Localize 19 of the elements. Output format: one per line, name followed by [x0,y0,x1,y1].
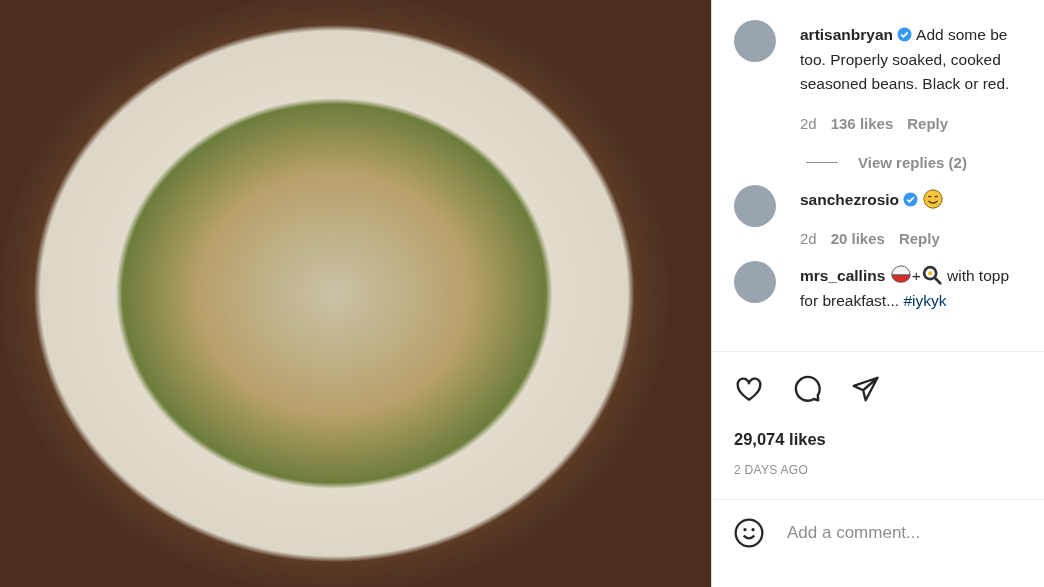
comment-time: 2d [800,114,817,132]
username-link[interactable]: mrs_callins [800,267,886,284]
likes-count: 29,074 likes [733,429,827,449]
comment-time: 2d [800,230,817,247]
hashtag-link[interactable]: #iykyk [903,291,947,309]
username-link[interactable]: artisanbryan [800,26,894,43]
username-link[interactable]: sanchezrosio [800,190,900,208]
comment-text: mrs_callins + with topp for breakfast... #iykyk [800,264,1010,313]
frying-pan-icon [920,264,943,286]
emoji-button[interactable] [733,517,765,549]
bowl-icon [889,264,912,286]
drooling-face-icon [922,187,945,210]
post-date: 2 DAYS AGO [733,462,810,477]
share-button[interactable] [850,374,880,404]
comment-likes: 20 likes [830,230,885,247]
comment-likes: 136 likes [830,114,894,132]
comment-text: artisanbryan Add some be too. Properly soaked, cooked seasoned beans. Black or red. [800,25,1010,94]
comment-button[interactable] [792,374,822,404]
like-button[interactable] [734,374,764,404]
